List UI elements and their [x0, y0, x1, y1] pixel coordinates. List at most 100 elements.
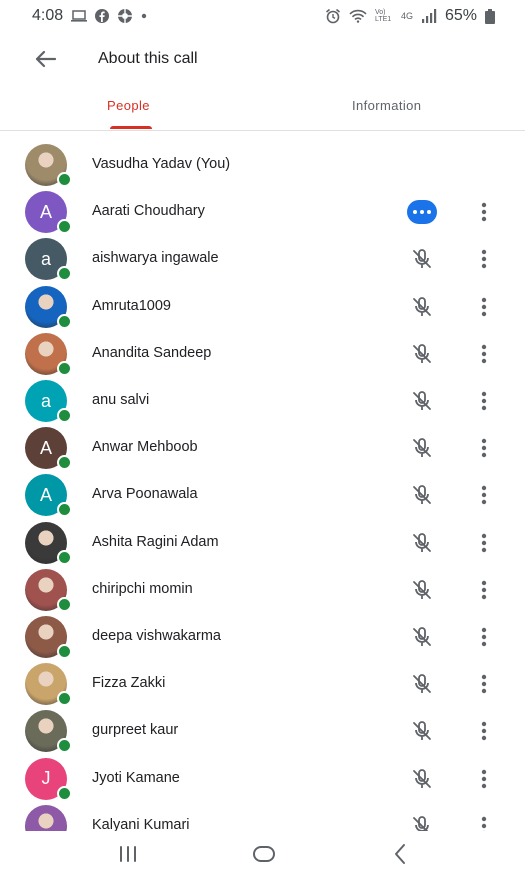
more-options-icon[interactable] — [474, 483, 494, 507]
mic-off-icon — [413, 249, 431, 269]
participant-row[interactable]: deepa vishwakarma — [0, 613, 525, 660]
participant-row[interactable]: Fizza Zakki — [0, 660, 525, 707]
online-status-dot — [57, 172, 72, 187]
mic-off-icon — [413, 438, 431, 458]
participant-name: Anandita Sandeep — [92, 344, 212, 361]
more-options-icon[interactable] — [474, 389, 494, 413]
participant-row[interactable]: Anandita Sandeep — [0, 330, 525, 377]
participant-list[interactable]: Vasudha Yadav (You) A Aarati Choudhary a ais… — [0, 141, 525, 831]
mic-off-icon — [413, 391, 431, 410]
participant-row[interactable]: a anu salvi — [0, 377, 525, 424]
participant-name: gurpreet kaur — [92, 722, 179, 739]
online-status-dot — [57, 691, 72, 707]
mic-off-icon — [413, 343, 431, 363]
participant-name: aishwarya ingawale — [92, 250, 219, 267]
facebook-icon — [95, 9, 110, 23]
avatar-initial: A — [39, 437, 52, 458]
online-status-dot — [57, 738, 72, 754]
online-status-dot — [57, 596, 72, 612]
avatar-initial: J — [41, 768, 51, 789]
battery-percent: 65% — [444, 7, 477, 24]
participant-row[interactable]: Vasudha Yadav (You) — [0, 141, 525, 188]
avatar-initial: A — [39, 201, 52, 222]
more-options-icon[interactable] — [474, 436, 494, 460]
more-options-icon[interactable] — [474, 719, 494, 743]
mic-off-icon — [413, 768, 431, 788]
back-arrow-icon[interactable] — [30, 44, 60, 74]
tab-information[interactable]: Information — [352, 98, 421, 113]
mic-off-icon — [413, 674, 431, 694]
online-status-dot — [57, 502, 72, 518]
more-options-icon[interactable] — [474, 767, 494, 791]
more-options-icon[interactable] — [474, 247, 494, 271]
app-bar: About this call — [0, 34, 525, 86]
online-status-dot — [57, 219, 72, 235]
mic-off-icon — [413, 721, 431, 741]
participant-row[interactable]: Kalyani Kumari — [0, 802, 525, 831]
mic-off-icon — [413, 485, 431, 505]
online-status-dot — [57, 360, 72, 376]
avatar-initial: a — [40, 390, 51, 411]
navigation-bar — [0, 831, 525, 876]
participant-name: Jyoti Kamane — [92, 769, 180, 786]
participant-name: Aarati Choudhary — [92, 203, 205, 220]
wifi-icon — [349, 9, 367, 23]
page-title: About this call — [98, 50, 198, 67]
browser-icon — [118, 9, 133, 23]
online-status-dot — [57, 266, 72, 282]
participant-row[interactable]: A Arva Poonawala — [0, 471, 525, 518]
back-icon[interactable] — [392, 843, 408, 865]
participant-row[interactable]: A Anwar Mehboob — [0, 424, 525, 471]
participant-row[interactable]: Ashita Ragini Adam — [0, 519, 525, 566]
participant-name: deepa vishwakarma — [92, 628, 221, 644]
avatar-initial: A — [39, 484, 52, 505]
online-status-dot — [57, 549, 72, 565]
tab-bar: People Information — [0, 86, 525, 131]
avatar-initial: a — [40, 248, 51, 269]
mic-off-icon — [413, 532, 431, 552]
more-options-icon[interactable] — [474, 295, 494, 319]
participant-name: chiripchi momin — [92, 580, 193, 597]
participant-name: Arva Poonawala — [92, 486, 198, 503]
mic-off-icon — [413, 627, 431, 646]
participant-name: Vasudha Yadav (You) — [92, 156, 231, 172]
status-time: 4:08 — [32, 7, 64, 24]
participant-row[interactable]: Amruta1009 — [0, 283, 525, 330]
more-options-icon[interactable] — [474, 625, 494, 649]
participant-row[interactable]: a aishwarya ingawale — [0, 235, 525, 282]
avatar — [25, 804, 67, 831]
online-status-dot — [57, 455, 72, 471]
more-options-icon[interactable] — [474, 342, 494, 366]
battery-icon — [485, 8, 495, 24]
recent-apps-icon[interactable] — [118, 845, 138, 863]
more-options-icon[interactable] — [474, 200, 494, 224]
signal-icon — [421, 9, 437, 23]
alarm-icon — [325, 8, 340, 24]
participant-name: Ashita Ragini Adam — [92, 533, 219, 550]
mic-off-icon — [413, 296, 431, 316]
laptop-icon — [71, 10, 88, 22]
dot-icon — [141, 13, 147, 19]
home-icon[interactable] — [252, 845, 276, 863]
mic-off-icon — [413, 579, 431, 599]
online-status-dot — [57, 408, 72, 423]
participant-row[interactable]: chiripchi momin — [0, 566, 525, 613]
participant-row[interactable]: gurpreet kaur — [0, 707, 525, 754]
status-right: Vo) LTE1 4G 65% — [325, 7, 495, 25]
more-options-icon[interactable] — [474, 814, 494, 831]
more-options-icon[interactable] — [474, 578, 494, 602]
tab-people[interactable]: People — [107, 98, 150, 113]
participant-row[interactable]: A Aarati Choudhary — [0, 188, 525, 235]
more-options-icon[interactable] — [474, 531, 494, 555]
4g-icon: 4G — [400, 11, 413, 21]
participant-name: Fizza Zakki — [92, 675, 166, 692]
status-bar: 4:08 Vo) LTE1 4G 65% — [0, 0, 525, 34]
participant-name: Kalyani Kumari — [92, 816, 190, 831]
status-left: 4:08 — [32, 7, 147, 25]
more-options-icon[interactable] — [474, 672, 494, 696]
online-status-dot — [57, 785, 72, 801]
participant-name: anu salvi — [92, 392, 150, 408]
mic-off-icon — [413, 815, 429, 831]
active-tab-indicator — [110, 126, 152, 129]
participant-row[interactable]: J Jyoti Kamane — [0, 755, 525, 802]
